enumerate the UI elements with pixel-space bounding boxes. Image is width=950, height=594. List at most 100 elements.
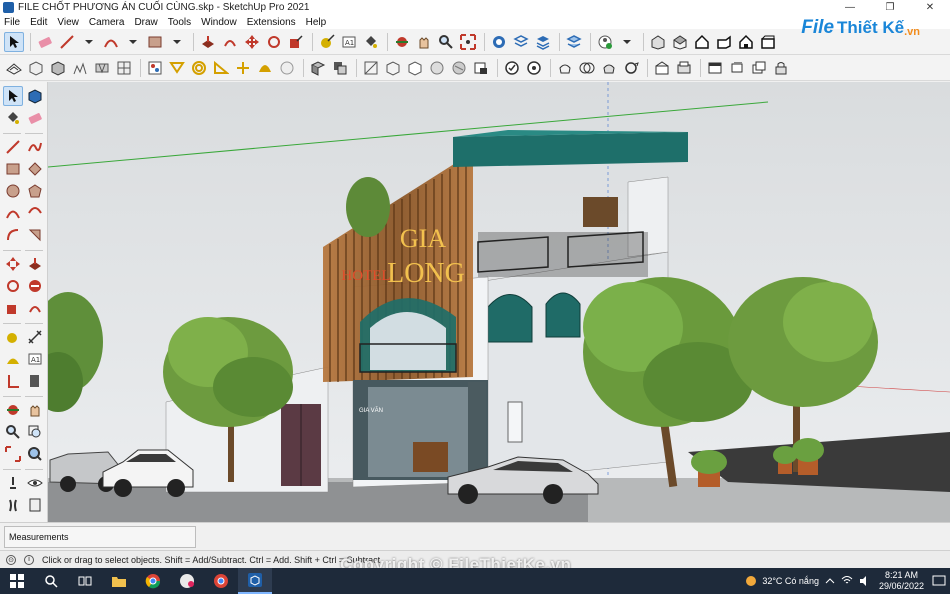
menu-file[interactable]: File bbox=[4, 17, 20, 28]
lock-button[interactable] bbox=[771, 58, 791, 78]
intersect-button[interactable] bbox=[524, 58, 544, 78]
close-button[interactable]: ✕ bbox=[910, 0, 950, 15]
dimension-tool-button[interactable] bbox=[25, 327, 45, 347]
model-viewport[interactable]: GIA LONG HOTEL GIA VĂN bbox=[48, 82, 950, 522]
zoom-extents-button[interactable] bbox=[458, 32, 478, 52]
front-view-button[interactable] bbox=[692, 32, 712, 52]
position-camera-button[interactable] bbox=[3, 473, 23, 493]
circle-tool-button[interactable] bbox=[189, 58, 209, 78]
task-view-icon[interactable] bbox=[68, 568, 102, 594]
split-button[interactable] bbox=[621, 58, 641, 78]
geo-location-icon[interactable]: ⊙ bbox=[6, 554, 16, 565]
protractor-tool-button[interactable] bbox=[3, 349, 23, 369]
volume-icon[interactable] bbox=[859, 575, 871, 587]
scene-button[interactable] bbox=[652, 58, 672, 78]
select-tool-button[interactable] bbox=[4, 31, 24, 52]
move-tool-button[interactable] bbox=[242, 32, 262, 52]
rectangle-tool-button[interactable] bbox=[3, 159, 23, 179]
scale-tool-button[interactable] bbox=[286, 32, 306, 52]
chevron-up-icon[interactable] bbox=[825, 576, 835, 586]
menu-draw[interactable]: Draw bbox=[134, 17, 157, 28]
chrome-profile-icon[interactable] bbox=[204, 568, 238, 594]
arc-tool-button[interactable] bbox=[3, 203, 23, 223]
tape-measure-tool-button[interactable] bbox=[317, 32, 337, 52]
pan-tool-button[interactable] bbox=[414, 32, 434, 52]
left-view-button[interactable] bbox=[758, 32, 778, 52]
paint-bucket-tool-button[interactable] bbox=[361, 32, 381, 52]
outer-shell-button[interactable] bbox=[330, 58, 350, 78]
follow-me-tool-button[interactable] bbox=[25, 276, 45, 296]
rotated-rectangle-tool-button[interactable] bbox=[25, 159, 45, 179]
move-tool-button[interactable] bbox=[3, 254, 23, 274]
trim-button[interactable] bbox=[599, 58, 619, 78]
3d-text-button[interactable] bbox=[277, 58, 297, 78]
polygon-tool-button[interactable] bbox=[25, 181, 45, 201]
axes-tool-button[interactable] bbox=[3, 371, 23, 391]
3d-text-tool-button[interactable] bbox=[25, 371, 45, 391]
text-tool-button[interactable]: A1 bbox=[339, 32, 359, 52]
orbit-tool-button[interactable] bbox=[392, 32, 412, 52]
line-tool-button[interactable] bbox=[57, 32, 77, 52]
line-dropdown-icon[interactable] bbox=[79, 32, 99, 52]
subtract-button[interactable] bbox=[577, 58, 597, 78]
eraser-tool-button[interactable] bbox=[25, 108, 45, 128]
xray-button[interactable] bbox=[361, 58, 381, 78]
solid-tools-button[interactable] bbox=[502, 58, 522, 78]
drape-button[interactable] bbox=[92, 58, 112, 78]
clock[interactable]: 8:21 AM 29/06/2022 bbox=[879, 570, 924, 592]
section-plane-tool-button[interactable] bbox=[25, 495, 45, 515]
right-view-button[interactable] bbox=[714, 32, 734, 52]
menu-view[interactable]: View bbox=[57, 17, 79, 28]
notification-icon[interactable] bbox=[932, 575, 946, 587]
menu-camera[interactable]: Camera bbox=[89, 17, 125, 28]
add-detail-button[interactable] bbox=[114, 58, 134, 78]
rotate-tool-button[interactable] bbox=[264, 32, 284, 52]
walk-tool-button[interactable] bbox=[3, 495, 23, 515]
duplicate-button[interactable] bbox=[749, 58, 769, 78]
pie-tool-button[interactable] bbox=[3, 225, 23, 245]
measurements-box[interactable]: Measurements bbox=[4, 526, 196, 548]
protractor-tool-button[interactable] bbox=[211, 58, 231, 78]
top-view-button[interactable] bbox=[670, 32, 690, 52]
sandbox-from-scratch-button[interactable] bbox=[26, 58, 46, 78]
messenger-icon[interactable] bbox=[170, 568, 204, 594]
select-tool-button[interactable] bbox=[3, 86, 23, 106]
orbit-tool-button[interactable] bbox=[3, 400, 23, 420]
two-point-arc-tool-button[interactable] bbox=[25, 203, 45, 223]
sandbox-from-contours-button[interactable] bbox=[4, 58, 24, 78]
layers-button[interactable] bbox=[533, 32, 553, 52]
back-view-button[interactable] bbox=[736, 32, 756, 52]
warehouse-button[interactable] bbox=[489, 32, 509, 52]
window-panel-button[interactable] bbox=[705, 58, 725, 78]
menu-extensions[interactable]: Extensions bbox=[247, 17, 296, 28]
maximize-button[interactable]: ❐ bbox=[870, 0, 910, 15]
menu-edit[interactable]: Edit bbox=[30, 17, 47, 28]
push-pull-tool-button[interactable] bbox=[25, 254, 45, 274]
start-button[interactable] bbox=[0, 568, 34, 594]
three-point-arc-tool-button[interactable] bbox=[25, 225, 45, 245]
circle-tool-button[interactable] bbox=[3, 181, 23, 201]
paint-bucket-tool-button[interactable] bbox=[3, 108, 23, 128]
zoom-extents-button[interactable] bbox=[3, 444, 23, 464]
line-tool-button[interactable] bbox=[3, 137, 23, 157]
eraser-tool-button[interactable] bbox=[35, 32, 55, 52]
freehand-tool-button[interactable] bbox=[25, 137, 45, 157]
pan-tool-button[interactable] bbox=[25, 400, 45, 420]
file-explorer-icon[interactable] bbox=[102, 568, 136, 594]
stamp-button[interactable] bbox=[70, 58, 90, 78]
axes-tool-button[interactable] bbox=[233, 58, 253, 78]
account-dropdown-icon[interactable] bbox=[617, 32, 637, 52]
network-icon[interactable] bbox=[841, 575, 853, 587]
account-button[interactable] bbox=[595, 32, 615, 52]
arc-dropdown-icon[interactable] bbox=[123, 32, 143, 52]
extension-manager-button[interactable] bbox=[564, 32, 584, 52]
shape-dropdown-icon[interactable] bbox=[167, 32, 187, 52]
menu-help[interactable]: Help bbox=[306, 17, 327, 28]
dialog-button[interactable] bbox=[727, 58, 747, 78]
previous-view-button[interactable] bbox=[25, 444, 45, 464]
wireframe-button[interactable] bbox=[383, 58, 403, 78]
offset-tool-button[interactable] bbox=[25, 298, 45, 318]
smoove-button[interactable] bbox=[48, 58, 68, 78]
push-pull-tool-button[interactable] bbox=[198, 32, 218, 52]
iso-view-button[interactable] bbox=[648, 32, 668, 52]
